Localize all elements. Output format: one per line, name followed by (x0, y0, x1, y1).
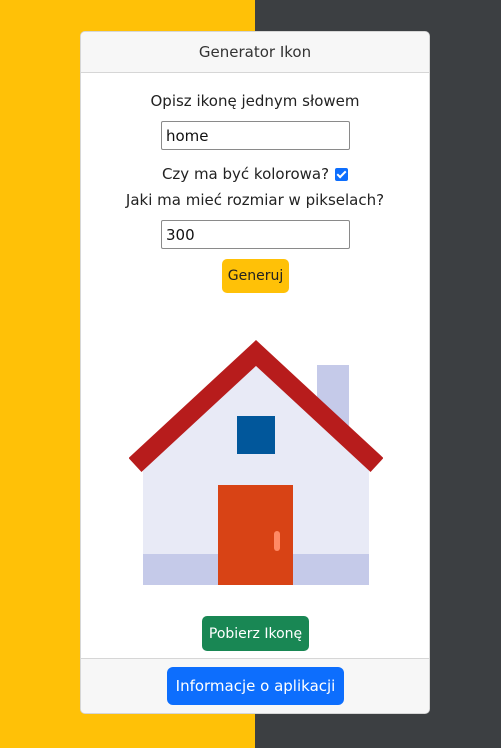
card-footer: Informacje o aplikacji (81, 658, 429, 713)
page-title: Generator Ikon (198, 43, 312, 61)
generator-card: Generator Ikon Opisz ikonę jednym słowem… (80, 31, 430, 714)
download-button[interactable]: Pobierz Ikonę (202, 616, 309, 651)
word-input[interactable] (161, 121, 350, 150)
card-body: Opisz ikonę jednym słowem Czy ma być kol… (81, 73, 429, 658)
card-header: Generator Ikon (81, 32, 429, 73)
house-door (218, 485, 293, 585)
word-label: Opisz ikonę jednym słowem (150, 92, 360, 110)
color-row: Czy ma być kolorowa? (81, 165, 429, 183)
size-label: Jaki ma mieć rozmiar w pikselach? (125, 191, 385, 209)
color-checkbox[interactable] (335, 167, 349, 181)
house-icon (129, 340, 383, 585)
color-label: Czy ma być kolorowa? (161, 165, 330, 183)
info-button[interactable]: Informacje o aplikacji (167, 667, 344, 705)
generate-button[interactable]: Generuj (222, 259, 289, 293)
size-input[interactable] (161, 220, 350, 249)
door-handle (274, 531, 280, 551)
house-window (237, 416, 275, 454)
